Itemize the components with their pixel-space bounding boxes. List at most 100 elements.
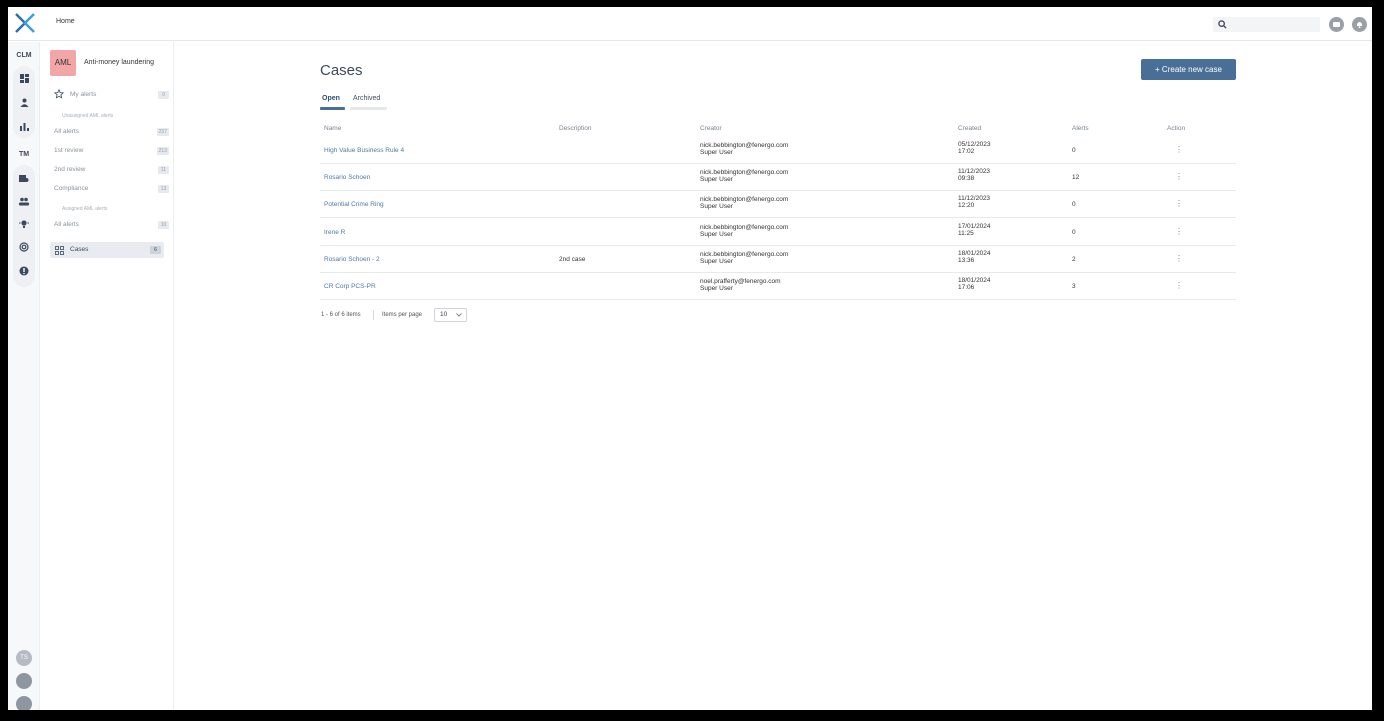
page-title: Cases: [320, 62, 363, 79]
items-per-page-select[interactable]: 10: [434, 308, 467, 322]
column-header-description[interactable]: Description: [559, 125, 592, 132]
top-bar: Home: [8, 7, 1372, 41]
radar-icon[interactable]: [16, 239, 32, 255]
bell-icon: [1357, 22, 1362, 29]
pagination-divider: [373, 310, 374, 320]
folder-button[interactable]: [1329, 17, 1344, 32]
creator-role: Super User: [700, 176, 733, 183]
sidebar-item-2nd-review[interactable]: 2nd review: [54, 166, 85, 173]
sidebar-item-assigned-all[interactable]: All alerts: [54, 221, 79, 228]
row-actions-menu-icon[interactable]: ⋮: [1175, 227, 1183, 236]
case-name-link[interactable]: Rosario Schoen - 2: [324, 256, 380, 263]
people-icon[interactable]: [16, 193, 32, 209]
case-alert-count: 0: [1072, 201, 1076, 208]
assigned-all-count: 10: [158, 221, 169, 229]
alert-icon[interactable]: [16, 263, 32, 279]
table-row[interactable]: Potential Crime Ring nick.bebbington@fen…: [320, 191, 1236, 218]
table-row[interactable]: CR Corp PCS-PR noel.prafferty@fenergo.co…: [320, 273, 1236, 300]
sidebar-item-unassigned-all[interactable]: All alerts: [54, 128, 79, 135]
sidebar-item-cases[interactable]: Cases 6: [50, 242, 164, 258]
row-actions-menu-icon[interactable]: ⋮: [1175, 172, 1183, 181]
aml-module-badge: AML: [50, 50, 76, 76]
cases-label: Cases: [70, 246, 89, 253]
case-creator: nick.bebbington@fenergo.com Super User: [700, 251, 788, 265]
table-row[interactable]: Irene R nick.bebbington@fenergo.com Supe…: [320, 219, 1236, 246]
breadcrumb-home[interactable]: Home: [56, 18, 75, 25]
created-date: 11/12/2023: [958, 195, 991, 202]
case-alert-count: 0: [1072, 147, 1076, 154]
case-name-link[interactable]: CR Corp PCS-PR: [324, 283, 376, 290]
creator-email: nick.bebbington@fenergo.com: [700, 196, 789, 203]
aml-sidebar: AML Anti-money laundering My alerts 0 Un…: [41, 42, 174, 710]
case-creator: nick.bebbington@fenergo.com Super User: [700, 196, 788, 210]
unassigned-all-count: 237: [156, 128, 169, 136]
1st-review-count: 213: [156, 147, 169, 155]
creator-email: noel.prafferty@fenergo.com: [700, 278, 781, 285]
table-row[interactable]: Rosario Schoen nick.bebbington@fenergo.c…: [320, 164, 1236, 191]
person-icon[interactable]: [16, 94, 32, 110]
unassigned-header: Unassigned AML alerts: [62, 113, 114, 119]
case-creator: noel.prafferty@fenergo.com Super User: [700, 278, 781, 292]
lightbulb-icon[interactable]: [16, 216, 32, 232]
case-alert-count: 2: [1072, 256, 1076, 263]
pagination-summary: 1 - 6 of 6 items: [321, 312, 361, 318]
created-date: 17/01/2024: [958, 223, 991, 230]
search-icon: [1218, 20, 1227, 29]
creator-email: nick.bebbington@fenergo.com: [700, 169, 789, 176]
creator-role: Super User: [700, 285, 733, 292]
created-date: 05/12/2023: [958, 141, 991, 148]
row-actions-menu-icon[interactable]: ⋮: [1175, 281, 1183, 290]
rail-label-tm: TM: [18, 151, 30, 158]
table-row[interactable]: High Value Business Rule 4 nick.bebbingt…: [320, 137, 1236, 164]
row-actions-menu-icon[interactable]: ⋮: [1175, 145, 1183, 154]
dashboard-icon[interactable]: [16, 70, 32, 86]
table-row[interactable]: Rosario Schoen - 2 2nd case nick.bebbing…: [320, 246, 1236, 273]
creator-role: Super User: [700, 203, 733, 210]
case-created: 18/01/2024 13:36: [958, 250, 991, 264]
case-creator: nick.bebbington@fenergo.com Super User: [700, 142, 788, 156]
row-actions-menu-icon[interactable]: ⋮: [1175, 254, 1183, 263]
2nd-review-count: 11: [158, 166, 169, 174]
create-new-case-button[interactable]: + Create new case: [1141, 59, 1236, 80]
created-time: 11:25: [958, 230, 974, 237]
created-time: 17:02: [958, 148, 975, 155]
settings-gear-icon[interactable]: [16, 696, 32, 710]
case-description: 2nd case: [559, 256, 586, 263]
column-header-name[interactable]: Name: [324, 125, 341, 132]
column-header-created[interactable]: Created: [958, 125, 981, 132]
star-icon: [54, 89, 64, 99]
tab-archived[interactable]: Archived: [353, 95, 380, 102]
case-creator: nick.bebbington@fenergo.com Super User: [700, 169, 788, 183]
column-header-alerts[interactable]: Alerts: [1072, 125, 1089, 132]
case-name-link[interactable]: Irene R: [324, 229, 345, 236]
case-alert-count: 3: [1072, 283, 1076, 290]
tab-open[interactable]: Open: [322, 95, 340, 102]
app-window: Home CLM TM TS AML Anti-money laundering…: [8, 7, 1372, 710]
user-avatar[interactable]: TS: [16, 650, 32, 666]
row-actions-menu-icon[interactable]: ⋮: [1175, 199, 1183, 208]
case-name-link[interactable]: High Value Business Rule 4: [324, 147, 404, 154]
case-created: 05/12/2023 17:02: [958, 141, 991, 155]
bar-chart-icon[interactable]: [16, 118, 32, 134]
sidebar-item-compliance[interactable]: Compliance: [54, 185, 88, 192]
creator-email: nick.bebbington@fenergo.com: [700, 142, 789, 149]
case-created: 11/12/2023 12:20: [958, 195, 990, 209]
tab-archived-indicator: [350, 107, 387, 110]
case-name-link[interactable]: Potential Crime Ring: [324, 201, 384, 208]
notifications-button[interactable]: [1352, 17, 1367, 32]
app-logo-icon[interactable]: [14, 12, 36, 34]
chevron-down-icon: [456, 313, 462, 317]
sidebar-item-1st-review[interactable]: 1st review: [54, 147, 83, 154]
case-name-link[interactable]: Rosario Schoen: [324, 174, 370, 181]
created-date: 18/01/2024: [958, 250, 991, 257]
created-time: 09:38: [958, 175, 975, 182]
sidebar-toggle-icon[interactable]: [16, 673, 32, 689]
creator-role: Super User: [700, 258, 733, 265]
sidebar-item-my-alerts[interactable]: My alerts: [70, 91, 96, 98]
tab-open-indicator: [320, 107, 345, 110]
compliance-count: 13: [158, 185, 169, 193]
cases-search-icon[interactable]: [16, 170, 32, 186]
search-input[interactable]: [1213, 17, 1320, 32]
my-alerts-count: 0: [158, 91, 169, 99]
column-header-creator[interactable]: Creator: [700, 125, 722, 132]
